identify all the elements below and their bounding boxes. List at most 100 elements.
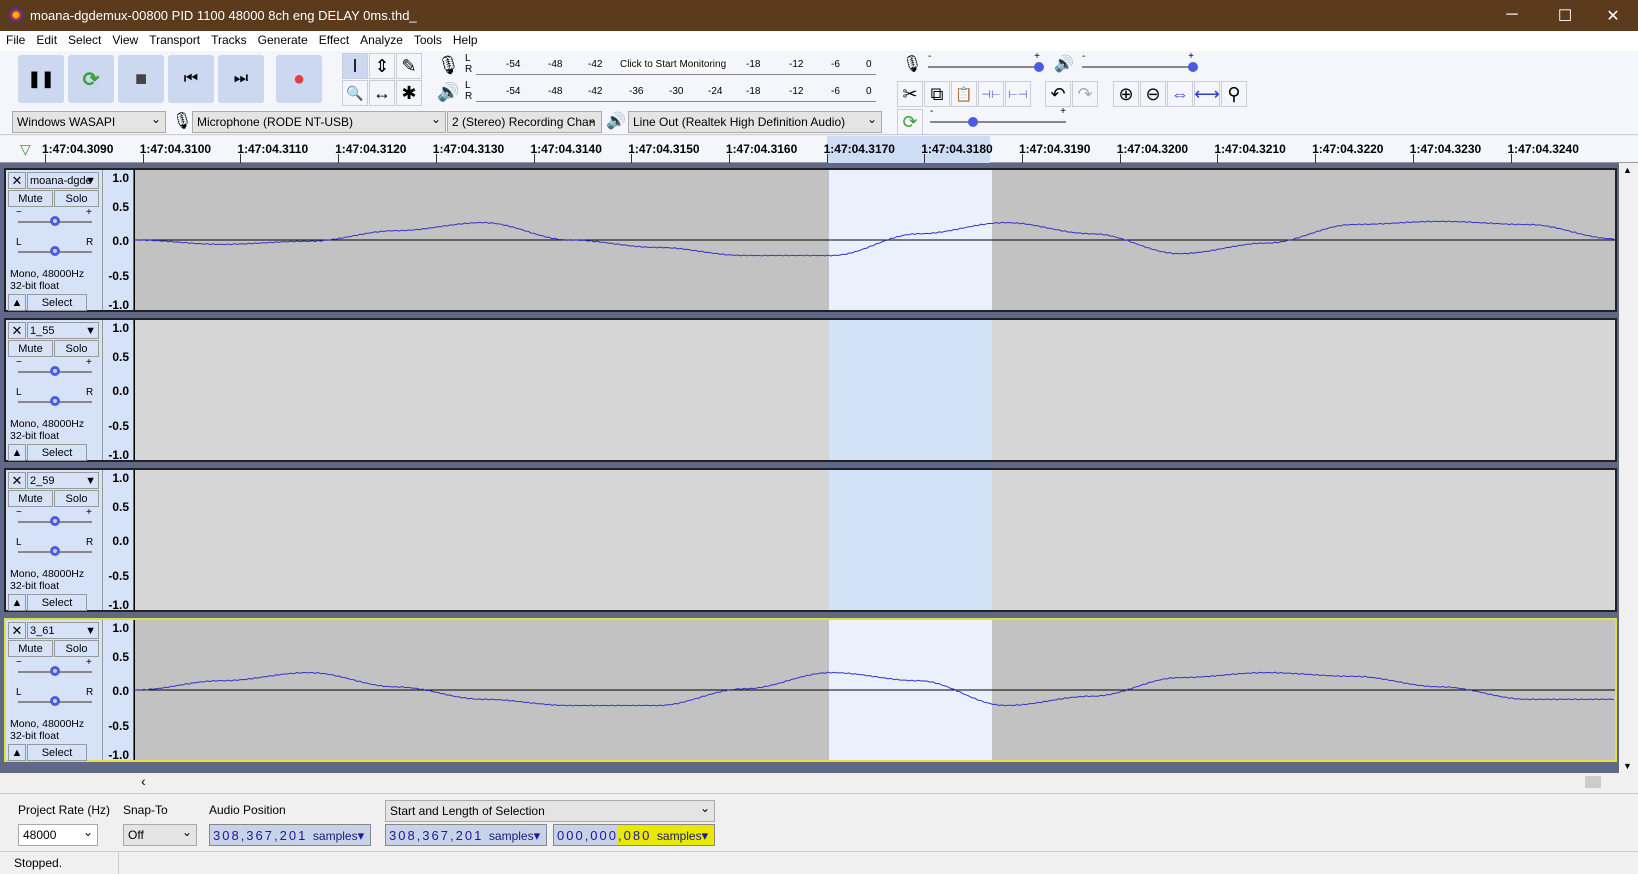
collapse-track-icon[interactable]: ▲	[8, 744, 26, 761]
stop-button[interactable]: ■	[118, 55, 164, 103]
pan-slider-thumb[interactable]	[50, 696, 60, 706]
track-control-panel[interactable]: ✕ moana-dgde ▼ Mute Solo − + L R Mono, 4800…	[6, 170, 102, 311]
recording-volume-slider[interactable]: - +	[928, 51, 1046, 72]
solo-button[interactable]: Solo	[54, 490, 99, 507]
slider-thumb[interactable]	[1188, 62, 1198, 72]
fit-project-button[interactable]: ⟷	[1194, 81, 1220, 107]
cut-button[interactable]: ✂	[897, 81, 923, 107]
play-head-icon[interactable]: ▽	[20, 141, 31, 158]
waveform-area[interactable]	[135, 620, 1615, 760]
slider-thumb[interactable]	[967, 117, 978, 127]
recording-meter[interactable]: -54 -48 -42 Click to Start Monitoring -18 -…	[476, 55, 876, 75]
track-name-menu[interactable]: 3_61 ▼	[27, 622, 99, 639]
gain-slider-thumb[interactable]	[50, 516, 60, 526]
select-track-button[interactable]: Select	[27, 294, 87, 311]
slider-thumb[interactable]	[1034, 62, 1044, 72]
gain-slider-thumb[interactable]	[50, 216, 60, 226]
vertical-scrollbar[interactable]: ▲ ▼	[1619, 163, 1638, 773]
pan-slider-thumb[interactable]	[50, 546, 60, 556]
close-track-icon[interactable]: ✕	[8, 172, 26, 189]
menu-tools[interactable]: Tools	[408, 31, 447, 47]
playback-meter[interactable]: -54 -48 -42 -36 -30 -24 -18 -12 -6 0	[476, 82, 876, 102]
mute-button[interactable]: Mute	[8, 640, 53, 657]
scroll-down-icon[interactable]: ▼	[1623, 761, 1632, 771]
menu-tracks[interactable]: Tracks	[205, 31, 252, 47]
zoom-tool[interactable]: 🔍	[342, 80, 368, 106]
track-control-panel[interactable]: ✕ 2_59 ▼ Mute Solo − + L R Mono, 48000Hz 32-…	[6, 470, 102, 611]
scroll-thumb[interactable]	[1585, 776, 1601, 788]
start-monitoring-prompt[interactable]: Click to Start Monitoring	[618, 59, 729, 70]
gain-slider-thumb[interactable]	[50, 666, 60, 676]
select-track-button[interactable]: Select	[27, 594, 87, 611]
timeline-ruler[interactable]: ▽ 1:47:04.3090 1:47:04.3100 1:47:04.3110 1:…	[0, 136, 1638, 163]
trim-button[interactable]: ⊣⊢	[978, 81, 1004, 107]
zoom-out-button[interactable]: ⊖	[1140, 81, 1166, 107]
menu-edit[interactable]: Edit	[30, 31, 62, 47]
select-track-button[interactable]: Select	[27, 444, 87, 461]
solo-button[interactable]: Solo	[54, 640, 99, 657]
selection-mode-select[interactable]: Start and Length of Selection	[385, 800, 715, 822]
track-name-menu[interactable]: 1_55 ▼	[27, 322, 99, 339]
multi-tool[interactable]: ✱	[396, 80, 422, 106]
track-control-panel[interactable]: ✕ 1_55 ▼ Mute Solo − + L R Mono, 48000Hz 32-…	[6, 320, 102, 461]
mute-button[interactable]: Mute	[8, 490, 53, 507]
close-track-icon[interactable]: ✕	[8, 322, 26, 339]
menu-analyze[interactable]: Analyze	[354, 31, 408, 47]
scroll-left-icon[interactable]: ‹	[141, 773, 146, 789]
audio-track[interactable]: ✕ 2_59 ▼ Mute Solo − + L R Mono, 48000Hz 32-…	[4, 468, 1617, 612]
close-track-icon[interactable]: ✕	[8, 472, 26, 489]
selection-tool[interactable]: I	[342, 53, 368, 79]
maximize-button[interactable]: ☐	[1545, 6, 1585, 26]
project-rate-select[interactable]: 48000	[18, 824, 98, 846]
recording-device-select[interactable]: Microphone (RODE NT-USB)	[192, 111, 446, 133]
audio-track[interactable]: ✕ 3_61 ▼ Mute Solo − + L R Mono, 48000Hz 32-…	[4, 618, 1617, 762]
track-name-menu[interactable]: moana-dgde ▼	[27, 172, 99, 189]
audio-position-field[interactable]: 308,367,201 samples▾	[209, 824, 371, 846]
zoom-toggle-button[interactable]: ⚲	[1221, 81, 1247, 107]
menu-effect[interactable]: Effect	[313, 31, 354, 47]
mute-button[interactable]: Mute	[8, 340, 53, 357]
silence-button[interactable]: ⊢⊣	[1005, 81, 1031, 107]
menu-transport[interactable]: Transport	[143, 31, 205, 47]
play-at-speed-button[interactable]: ⟳	[897, 109, 923, 135]
loop-button[interactable]: ⟳	[68, 55, 114, 103]
zoom-in-button[interactable]: ⊕	[1113, 81, 1139, 107]
audio-host-select[interactable]: Windows WASAPI	[12, 111, 166, 133]
minimize-button[interactable]: ─	[1492, 6, 1532, 24]
menu-help[interactable]: Help	[447, 31, 483, 47]
waveform-area[interactable]	[135, 170, 1615, 310]
collapse-track-icon[interactable]: ▲	[8, 444, 26, 461]
copy-button[interactable]: ⧉	[924, 81, 950, 107]
waveform-area[interactable]	[135, 320, 1615, 460]
playback-device-select[interactable]: Line Out (Realtek High Definition Audio)	[628, 111, 882, 133]
collapse-track-icon[interactable]: ▲	[8, 294, 26, 311]
undo-button[interactable]: ↶	[1045, 81, 1071, 107]
track-name-menu[interactable]: 2_59 ▼	[27, 472, 99, 489]
audio-track[interactable]: ✕ moana-dgde ▼ Mute Solo − + L R Mono, 4800…	[4, 168, 1617, 312]
menu-select[interactable]: Select	[62, 31, 106, 47]
recording-channels-select[interactable]: 2 (Stereo) Recording Chan	[447, 111, 602, 133]
selection-start-field[interactable]: 308,367,201 samples▾	[385, 824, 547, 846]
envelope-tool[interactable]: ⇕	[369, 53, 395, 79]
close-track-icon[interactable]: ✕	[8, 622, 26, 639]
collapse-track-icon[interactable]: ▲	[8, 594, 26, 611]
play-speed-slider[interactable]: - +	[930, 106, 1070, 129]
menu-view[interactable]: View	[106, 31, 143, 47]
paste-button[interactable]: 📋	[951, 81, 977, 107]
draw-tool[interactable]: ✎	[396, 53, 422, 79]
playback-volume-slider[interactable]: - +	[1082, 51, 1200, 72]
solo-button[interactable]: Solo	[54, 190, 99, 207]
horizontal-scrollbar[interactable]: ‹	[0, 773, 1638, 791]
scroll-up-icon[interactable]: ▲	[1623, 165, 1632, 175]
waveform-area[interactable]	[135, 470, 1615, 610]
solo-button[interactable]: Solo	[54, 340, 99, 357]
close-button[interactable]: ✕	[1593, 6, 1633, 26]
selection-length-field[interactable]: 000,000,080 samples▾	[553, 824, 715, 846]
skip-to-end-button[interactable]: ⏭	[218, 55, 264, 103]
menu-file[interactable]: File	[0, 31, 30, 47]
menu-generate[interactable]: Generate	[252, 31, 313, 47]
fit-selection-button[interactable]: ⇔	[1167, 81, 1193, 107]
pan-slider-thumb[interactable]	[50, 246, 60, 256]
track-control-panel[interactable]: ✕ 3_61 ▼ Mute Solo − + L R Mono, 48000Hz 32-…	[6, 620, 102, 761]
pause-button[interactable]: ❚❚	[18, 55, 64, 103]
